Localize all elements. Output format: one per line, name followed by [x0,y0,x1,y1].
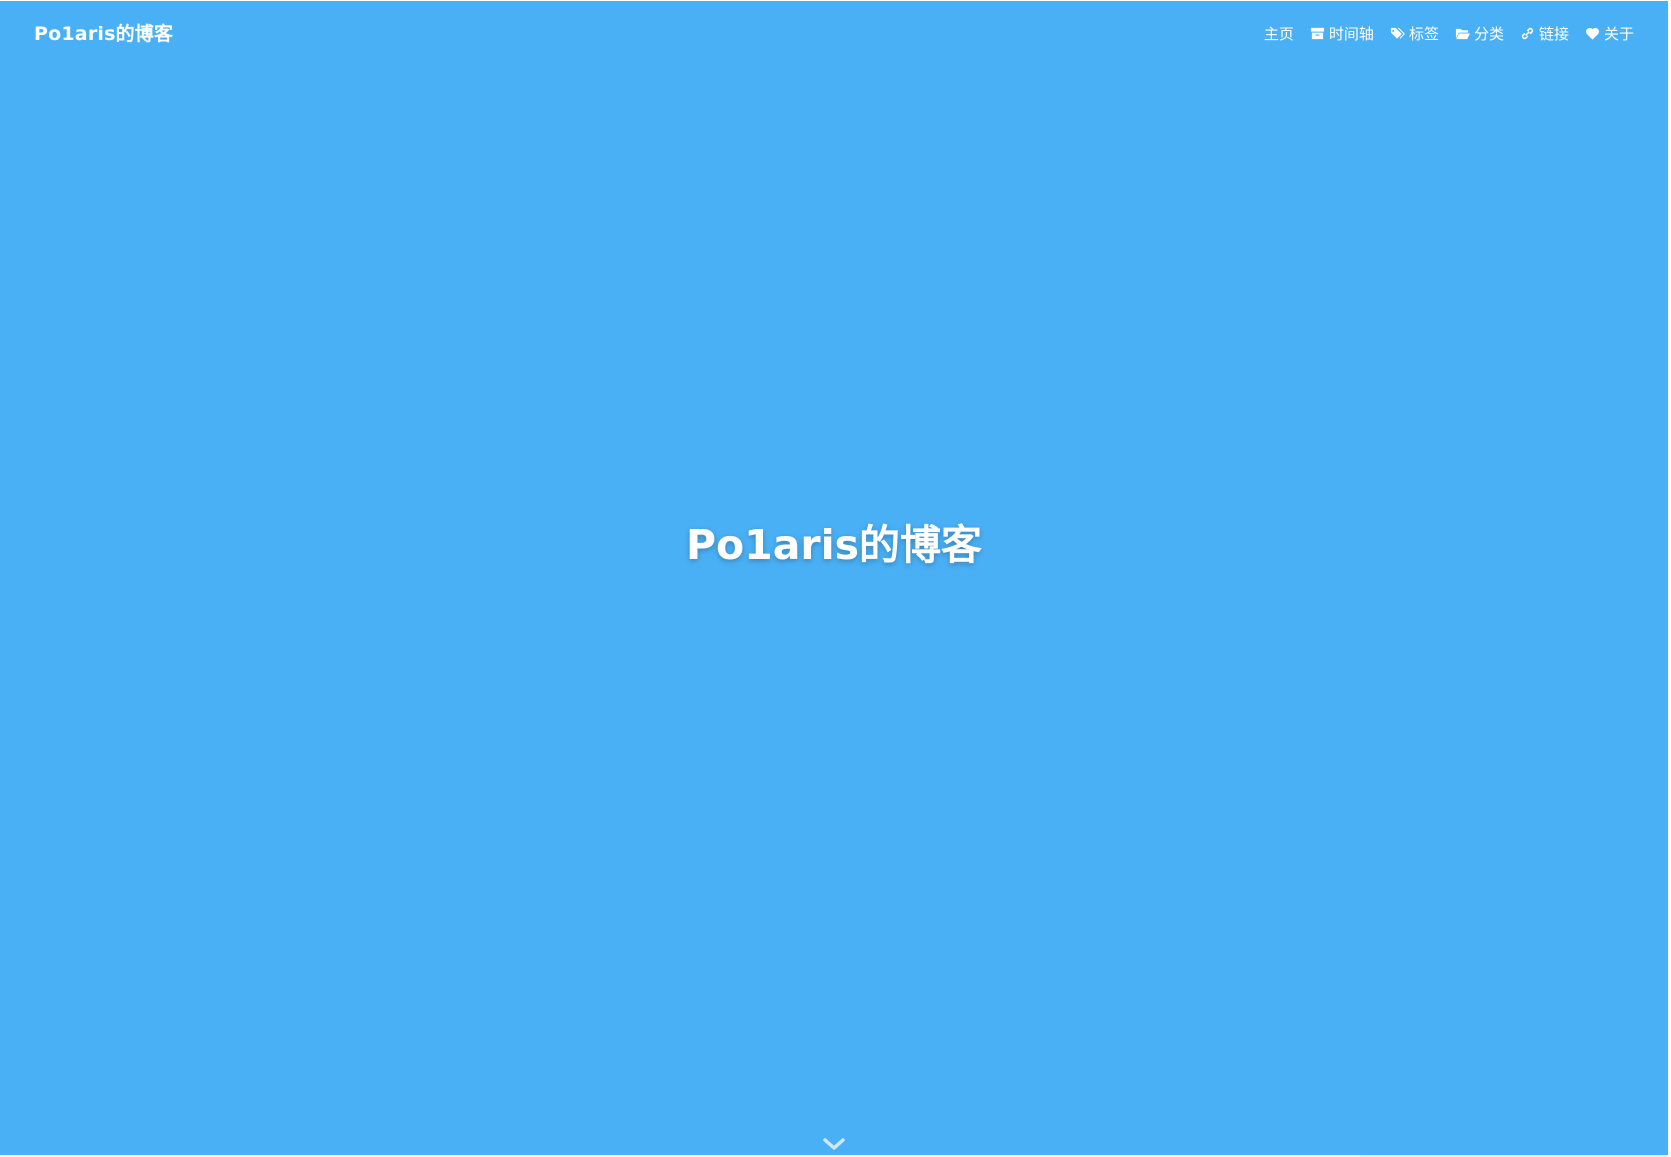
archive-icon [1310,26,1325,41]
scroll-down-button[interactable] [822,1134,846,1154]
nav-item-about[interactable]: 关于 [1585,23,1634,44]
site-brand-link[interactable]: Po1aris的博客 [34,19,173,46]
nav-item-label: 标签 [1408,25,1439,43]
nav-item-label: 主页 [1263,25,1294,43]
nav-item-links[interactable]: 链接 [1520,23,1569,44]
hero-banner: Po1aris的博客 主页 时间轴 标签 分类 链接 关于 Po1aris的博客 [0,1,1668,1155]
heart-icon [1585,26,1600,41]
nav-item-label: 链接 [1538,25,1569,43]
nav-menu: 主页 时间轴 标签 分类 链接 关于 [1264,23,1634,44]
nav-item-label: 时间轴 [1328,25,1374,43]
folder-open-icon [1455,26,1470,41]
chevron-down-icon [822,1134,846,1154]
link-icon [1520,26,1535,41]
navbar: Po1aris的博客 主页 时间轴 标签 分类 链接 关于 [0,1,1668,67]
nav-item-categories[interactable]: 分类 [1455,23,1504,44]
hero-site-title: Po1aris的博客 [685,521,983,569]
nav-item-home[interactable]: 主页 [1264,23,1294,44]
nav-item-label: 分类 [1473,25,1504,43]
tags-icon [1390,26,1405,41]
page: Po1aris的博客 主页 时间轴 标签 分类 链接 关于 Po1aris的博客 [0,0,1671,1157]
nav-item-tags[interactable]: 标签 [1390,23,1439,44]
nav-item-timeline[interactable]: 时间轴 [1310,23,1374,44]
nav-item-label: 关于 [1603,25,1634,43]
